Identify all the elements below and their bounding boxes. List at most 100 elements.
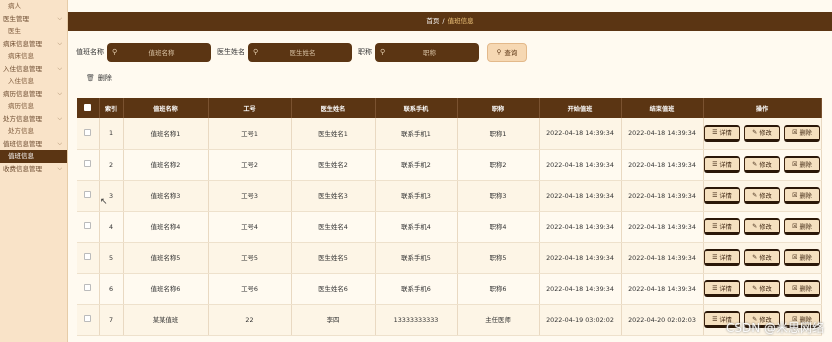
cell-start: 2022-04-18 14:39:34 (539, 242, 622, 274)
edit-button-label: 修改 (759, 161, 772, 169)
title-label: 职称 (358, 48, 372, 56)
edit-button-label: 修改 (759, 192, 772, 200)
sidebar-item-label: 病人 (8, 2, 21, 10)
batch-delete-button[interactable]: 🗑 删除 (86, 73, 112, 83)
cell-no: 工号5 (208, 242, 292, 274)
edit-button-label: 修改 (759, 130, 772, 138)
cell-phone: 13333333333 (375, 304, 458, 336)
breadcrumb-current: 值班信息 (447, 17, 474, 25)
row-checkbox[interactable] (84, 128, 92, 136)
delete-button[interactable]: ☒ 删除 (784, 156, 820, 173)
sidebar-item[interactable]: 收费信息管理 ⌵ (0, 163, 67, 176)
edit-button[interactable]: ✎ 修改 (744, 124, 780, 142)
title-input[interactable]: ⚲ 职称 (375, 42, 479, 62)
query-button[interactable]: ⚲ 查询 (487, 42, 527, 62)
edit-button[interactable]: ✎ 修改 (744, 280, 780, 297)
trash-icon: ☒ (792, 253, 798, 261)
sidebar-item[interactable]: 病床信息 (0, 50, 67, 63)
delete-button-label: 删除 (799, 161, 812, 169)
cell-no: 工号1 (208, 118, 292, 150)
edit-button[interactable]: ✎ 修改 (744, 156, 780, 173)
row-checkbox[interactable] (84, 284, 92, 291)
select-all-checkbox[interactable] (84, 103, 92, 111)
row-checkbox[interactable] (84, 191, 92, 198)
edit-button[interactable]: ✎ 修改 (744, 187, 780, 204)
cell-start: 2022-04-18 14:39:34 (539, 273, 622, 305)
pencil-icon: ✎ (752, 191, 758, 199)
sidebar-item[interactable]: 入住信息 (0, 75, 67, 88)
column-header: 索引 (99, 98, 124, 118)
sidebar-item[interactable]: 医生管理 ⌵ (0, 13, 67, 26)
sidebar-item-label: 处方信息 (8, 127, 34, 135)
row-checkbox[interactable] (84, 160, 92, 167)
cell-doctor: 医生姓名5 (291, 242, 376, 274)
edit-button[interactable]: ✎ 修改 (744, 218, 780, 235)
column-header: 操作 (703, 98, 822, 118)
sidebar-item[interactable]: 病历信息 (0, 100, 67, 113)
table-row[interactable]: 3 值班名称3 工号3 医生姓名3 联系手机3 职称3 2022-04-18 14:39:3… (77, 180, 822, 212)
detail-button[interactable]: ☰ 详情 (704, 187, 740, 204)
table-row[interactable]: 5 值班名称5 工号5 医生姓名5 联系手机5 职称5 2022-04-18 14:39:3… (77, 242, 822, 274)
sidebar-item-label: 收费信息管理 (3, 164, 42, 173)
cell-title: 职称5 (457, 242, 540, 274)
delete-button[interactable]: ☒ 删除 (784, 187, 820, 204)
duty-name-input[interactable]: ⚲ 值班名称 (107, 42, 211, 62)
cell-doctor: 医生姓名2 (291, 149, 376, 181)
sidebar-item[interactable]: 处方信息管理 ⌵ (0, 113, 67, 126)
detail-button-label: 详情 (719, 130, 732, 138)
detail-button[interactable]: ☰ 详情 (704, 280, 740, 297)
cell-doctor: 医生姓名3 (291, 180, 376, 212)
cell-duty: 某某值班 (123, 304, 209, 336)
sidebar-item[interactable]: 病历信息管理 ⌵ (0, 88, 67, 101)
edit-button[interactable]: ✎ 修改 (744, 249, 780, 266)
cell-duty: 值班名称6 (123, 273, 209, 305)
table-row[interactable]: 4 值班名称4 工号4 医生姓名4 联系手机4 职称4 2022-04-18 14:39:3… (77, 211, 822, 243)
delete-button[interactable]: ☒ 删除 (784, 249, 820, 266)
sidebar-item[interactable]: 值班信息 (0, 150, 67, 163)
delete-button[interactable]: ☒ 删除 (784, 218, 820, 235)
sidebar-item[interactable]: 病人 (0, 0, 67, 13)
breadcrumb-home[interactable]: 首页 (426, 17, 439, 25)
sidebar-item[interactable]: 入住信息管理 ⌵ (0, 63, 67, 76)
row-checkbox[interactable] (84, 253, 92, 260)
cell-doctor: 医生姓名4 (291, 211, 376, 243)
breadcrumb: 首页 / 值班信息 (68, 12, 832, 31)
detail-button[interactable]: ☰ 详情 (704, 218, 740, 235)
doctor-name-input[interactable]: ⚲ 医生姓名 (248, 42, 352, 62)
row-select-cell (77, 211, 100, 243)
row-checkbox[interactable] (84, 222, 92, 229)
top-strip (68, 0, 832, 7)
row-checkbox[interactable] (84, 315, 92, 322)
sidebar-item[interactable]: 医生 (0, 25, 67, 38)
trash-icon: ☒ (792, 284, 798, 292)
table-row[interactable]: 6 值班名称6 工号6 医生姓名6 联系手机6 职称6 2022-04-18 14:39:3… (77, 273, 822, 305)
cell-doctor: 医生姓名6 (291, 273, 376, 305)
batch-delete-label: 删除 (97, 74, 112, 82)
table-row[interactable]: 7 某某值班 22 李四 13333333333 主任医师 2022-04-19 03:02… (77, 304, 822, 336)
cell-index: 4 (99, 211, 124, 243)
detail-button[interactable]: ☰ 详情 (704, 249, 740, 266)
cell-end: 2022-04-18 14:39:34 (621, 149, 704, 181)
sidebar-item[interactable]: 处方信息 (0, 125, 67, 138)
detail-button[interactable]: ☰ 详情 (704, 124, 740, 142)
document-icon: ☰ (712, 160, 718, 168)
sidebar-item[interactable]: 病床信息管理 ⌵ (0, 38, 67, 51)
sidebar-item[interactable]: 值班信息管理 ⌵ (0, 138, 67, 151)
cell-no: 工号3 (208, 180, 292, 212)
duty-name-placeholder: 值班名称 (148, 49, 175, 57)
duty-name-label: 值班名称 (76, 48, 104, 56)
delete-button[interactable]: ☒ 删除 (784, 280, 820, 297)
chevron-down-icon: ⌵ (57, 64, 62, 72)
search-bar: 值班名称 ⚲ 值班名称 医生姓名 ⚲ 医生姓名 职称 ⚲ 职称 ⚲ 查询 (76, 42, 527, 62)
delete-button[interactable]: ☒ 删除 (784, 124, 820, 142)
detail-button[interactable]: ☰ 详情 (704, 156, 740, 173)
mouse-cursor-icon: ↖ (100, 197, 108, 207)
column-header: 结束值班 (621, 98, 704, 118)
cell-duty: 值班名称5 (123, 242, 209, 274)
row-actions: ☰ 详情 ✎ 修改 ☒ 删除 (703, 273, 822, 305)
cell-end: 2022-04-18 14:39:34 (621, 273, 704, 305)
table-row[interactable]: 1 值班名称1 工号1 医生姓名1 联系手机1 职称1 2022-04-18 14:39:3… (77, 118, 822, 150)
document-icon: ☰ (712, 284, 718, 292)
delete-button-label: 删除 (799, 285, 812, 293)
table-row[interactable]: 2 值班名称2 工号2 医生姓名2 联系手机2 职称2 2022-04-18 14:39:3… (77, 149, 822, 181)
